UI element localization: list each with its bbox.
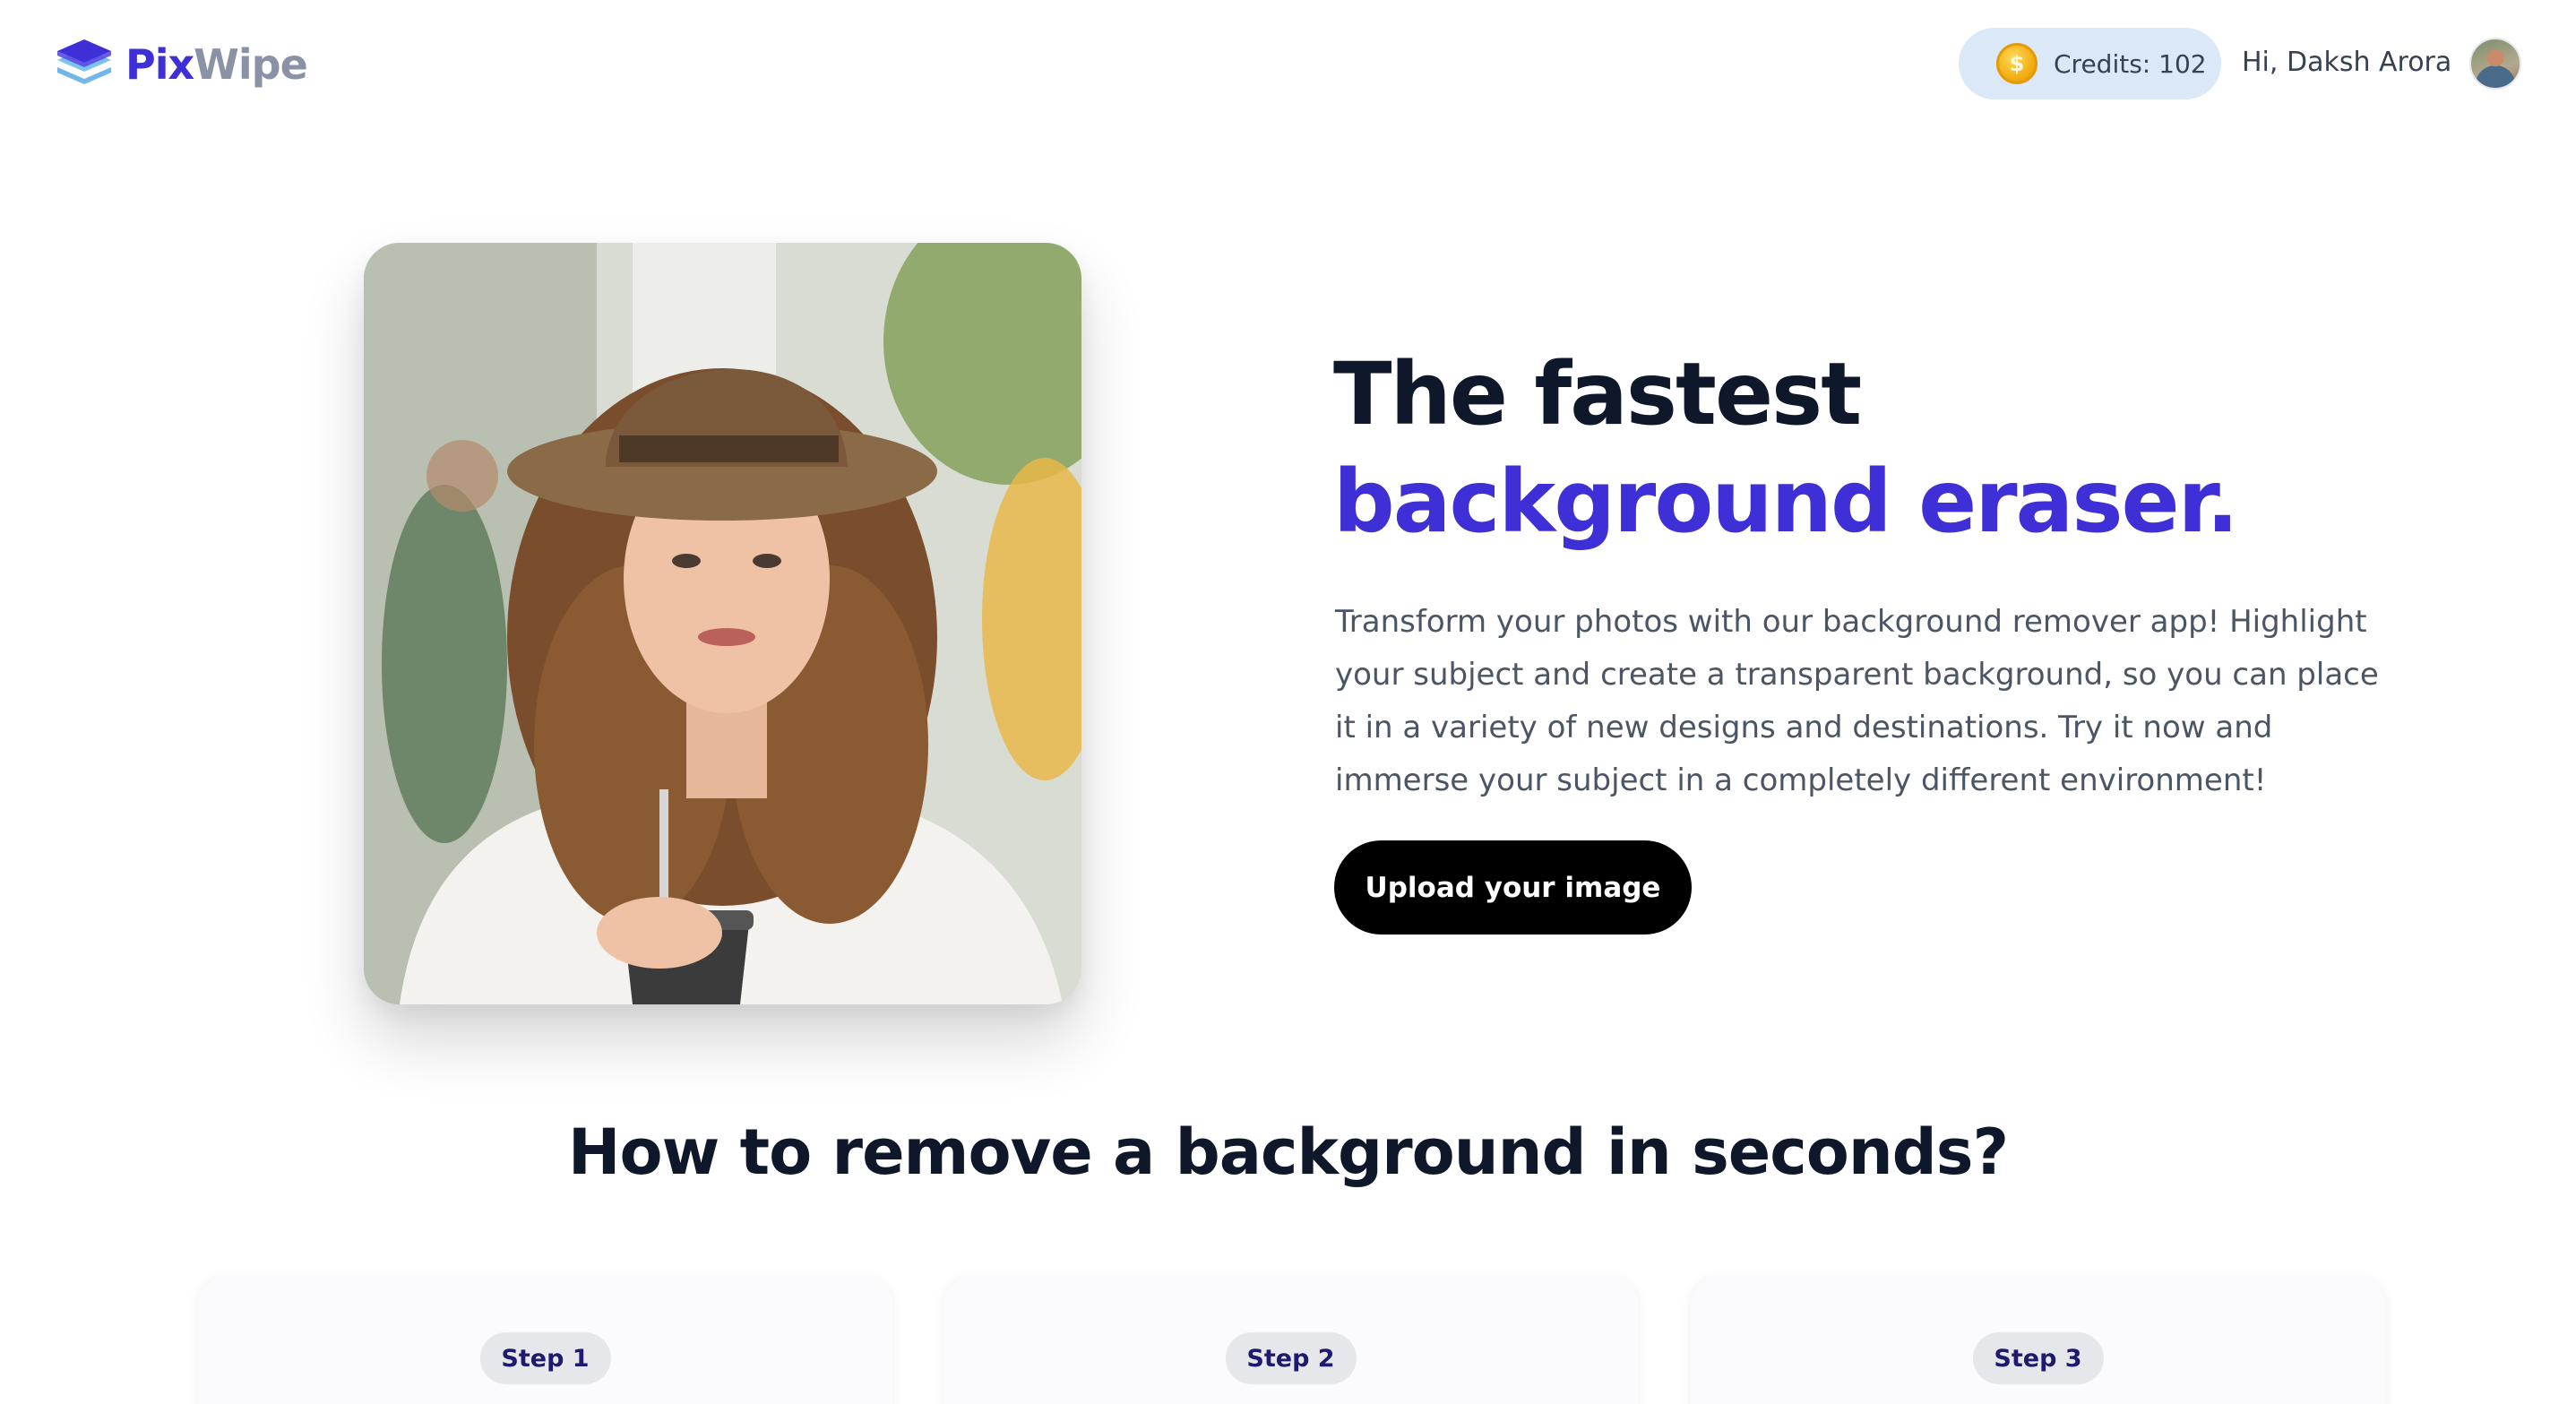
step-badge-1: Step 1	[479, 1332, 611, 1384]
logo-text: PixWipe	[125, 40, 308, 89]
layers-icon	[57, 39, 111, 84]
user-avatar[interactable]	[2469, 38, 2521, 90]
step-badge-3: Step 3	[1972, 1332, 2104, 1384]
how-to-title: How to remove a background in seconds?	[567, 1115, 2009, 1189]
upload-image-button[interactable]: Upload your image	[1334, 840, 1692, 935]
top-navbar: PixWipe $ Credits: 102 Hi, Daksh Arora	[0, 0, 2576, 130]
hero-title: The fastest background eraser.	[1333, 340, 2408, 556]
credits-badge[interactable]: $ Credits: 102	[1959, 28, 2221, 99]
step-card-1: Step 1	[198, 1277, 892, 1404]
logo-text-pix: Pix	[125, 40, 194, 89]
step-card-3: Step 3	[1691, 1277, 2385, 1404]
hero-title-accent: background eraser.	[1333, 452, 2239, 552]
coin-icon: $	[1996, 43, 2038, 84]
logo-text-wipe: Wipe	[194, 40, 308, 89]
hero-description: Transform your photos with our backgroun…	[1335, 604, 2379, 798]
page: PixWipe $ Credits: 102 Hi, Daksh Arora T…	[0, 0, 2576, 1404]
user-greeting: Hi, Daksh Arora	[2242, 47, 2452, 78]
hero-title-main: The fastest	[1333, 344, 1862, 444]
step-card-2: Step 2	[943, 1277, 1638, 1404]
logo[interactable]: PixWipe	[56, 36, 308, 93]
hero-image	[364, 243, 1081, 1004]
credits-label: Credits: 102	[2054, 48, 2207, 79]
step-badge-2: Step 2	[1225, 1332, 1357, 1384]
